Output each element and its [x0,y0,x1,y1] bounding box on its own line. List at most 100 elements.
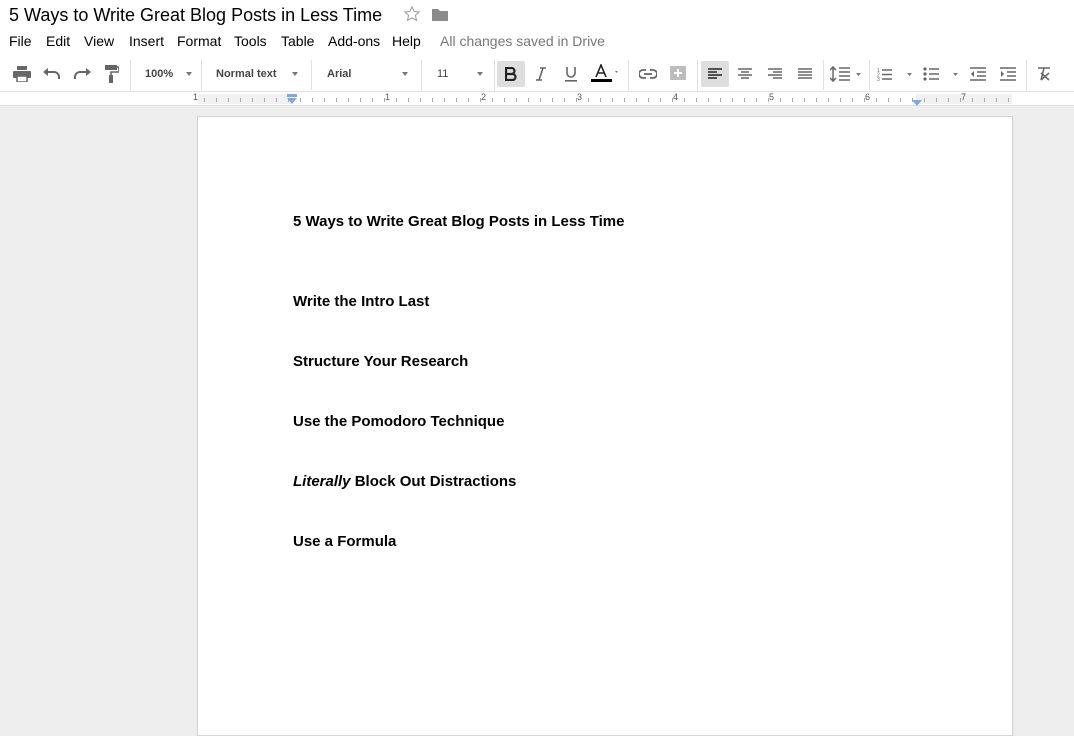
title-bar: 5 Ways to Write Great Blog Posts in Less… [0,0,1074,32]
toolbar-separator [1026,60,1027,90]
menu-help[interactable]: Help [392,33,421,49]
ruler-tick [672,98,673,102]
ruler-tick [624,98,625,102]
document-line-2[interactable]: Structure Your Research [293,353,468,370]
ruler-tick [660,98,661,102]
paint-format-button[interactable] [98,61,126,87]
ruler-tick [744,98,745,102]
folder-icon[interactable] [431,7,449,23]
ruler-tick [696,98,697,102]
ruler-tick [828,98,829,102]
document-line-1[interactable]: Write the Intro Last [293,293,429,310]
ruler-tick [636,98,637,102]
menu-addons[interactable]: Add-ons [328,33,380,49]
bold-button[interactable] [497,61,525,87]
ruler-tick [612,98,613,102]
ruler-tick [456,98,457,102]
link-icon [639,69,657,79]
ruler-tick [648,98,649,102]
align-left-button[interactable] [701,61,729,87]
clear-formatting-icon [1038,67,1050,81]
redo-icon [74,68,91,79]
redo-button[interactable] [68,61,96,87]
ruler-tick [984,98,985,102]
ruler-tick [480,98,481,102]
line-text: Block Out Distractions [350,473,517,490]
ruler-number: 2 [481,92,487,102]
ruler-tick [384,98,385,102]
ruler-tick [360,98,361,102]
decrease-indent-button[interactable] [964,61,992,87]
ruler[interactable]: 1 1 2 3 4 5 6 7 [0,92,1074,106]
align-right-button[interactable] [761,61,789,87]
toolbar-separator [628,60,629,90]
menu-edit[interactable]: Edit [46,33,70,49]
decrease-indent-icon [970,67,986,81]
ruler-tick [300,98,301,102]
bulleted-list-button[interactable] [922,61,960,87]
ruler-tick [948,98,949,102]
document-line-4[interactable]: Literally Block Out Distractions [293,473,516,490]
save-status[interactable]: All changes saved in Drive [440,33,605,49]
font-select[interactable]: Arial [327,61,413,87]
ruler-tick [840,98,841,102]
ruler-tick [528,98,529,102]
style-select[interactable]: Normal text [216,61,304,87]
clear-formatting-button[interactable] [1031,61,1059,87]
justify-button[interactable] [791,61,819,87]
document-page[interactable]: 5 Ways to Write Great Blog Posts in Less… [197,116,1013,736]
align-center-icon [738,68,752,79]
bulleted-list-icon [923,67,958,81]
ruler-tick [792,98,793,102]
line-spacing-button[interactable] [828,61,864,87]
toolbar-separator [697,60,698,90]
justify-icon [798,68,812,79]
undo-icon [43,68,60,79]
ruler-tick [996,98,997,102]
font-size-select[interactable]: 11 [437,61,487,87]
menu-tools[interactable]: Tools [234,33,267,49]
ruler-tick [468,98,469,102]
ruler-tick [864,98,865,102]
document-heading[interactable]: 5 Ways to Write Great Blog Posts in Less… [293,213,624,230]
menu-view[interactable]: View [84,33,114,49]
star-icon[interactable] [403,5,421,23]
menu-insert[interactable]: Insert [129,33,164,49]
undo-button[interactable] [38,61,66,87]
ruler-tick [708,98,709,102]
ruler-tick [540,98,541,102]
right-indent-marker[interactable] [911,95,923,113]
menu-format[interactable]: Format [177,33,221,49]
document-title[interactable]: 5 Ways to Write Great Blog Posts in Less… [9,5,382,26]
document-line-3[interactable]: Use the Pomodoro Technique [293,413,504,430]
font-size-value: 11 [437,68,449,80]
menu-table[interactable]: Table [281,33,314,49]
text-color-icon [591,64,618,82]
ruler-tick [780,98,781,102]
ruler-tick [900,98,901,102]
text-color-button[interactable] [586,61,622,87]
underline-button[interactable] [557,61,585,87]
insert-comment-button[interactable] [664,61,692,87]
ruler-number: 5 [769,92,775,102]
left-indent-marker[interactable] [286,93,298,111]
insert-link-button[interactable] [634,61,662,87]
chevron-down-icon [402,72,408,76]
italic-button[interactable] [527,61,555,87]
ruler-tick [312,98,313,102]
document-line-5[interactable]: Use a Formula [293,533,396,550]
ruler-tick [324,98,325,102]
numbered-list-button[interactable]: 123 [876,61,914,87]
numbered-list-icon: 123 [877,68,912,81]
zoom-select[interactable]: 100% [145,61,197,87]
increase-indent-button[interactable] [994,61,1022,87]
ruler-number: 6 [865,92,871,102]
chevron-down-icon [292,72,298,76]
print-button[interactable] [8,61,36,87]
menu-file[interactable]: File [9,33,32,49]
ruler-tick [816,98,817,102]
ruler-tick [552,98,553,102]
ruler-tick [240,98,241,102]
ruler-tick [504,98,505,102]
align-center-button[interactable] [731,61,759,87]
